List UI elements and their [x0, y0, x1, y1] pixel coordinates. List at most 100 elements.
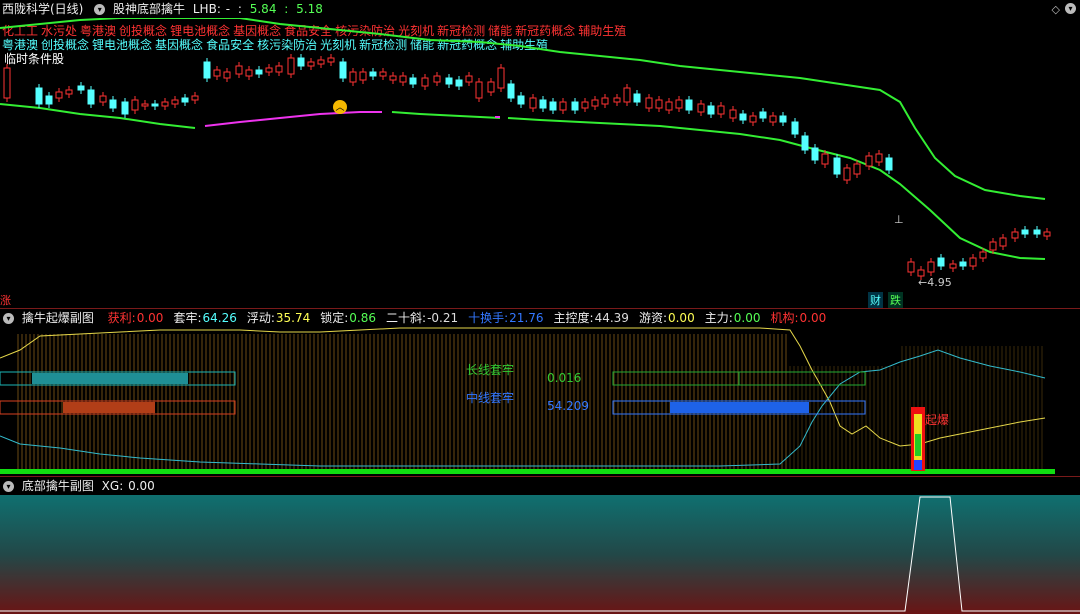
- candle-body: [729, 109, 737, 119]
- right-blue-bar-fill: [670, 402, 809, 413]
- buy-signal-glyph: ︿: [335, 103, 344, 113]
- candle-body: [141, 103, 149, 107]
- candle-body: [475, 81, 483, 99]
- candle-body: [717, 105, 725, 115]
- candle-body: [399, 75, 407, 83]
- candle-body: [1021, 229, 1029, 235]
- candle-body: [885, 157, 893, 171]
- sub1-title[interactable]: 擒牛起爆副图: [22, 311, 94, 325]
- sub1-metrics: 获利:0.00 套牢:64.26 浮动:35.74 锁定:0.86 二十斜:-0.21 十…: [102, 311, 831, 325]
- finance-badge[interactable]: 财: [868, 292, 883, 308]
- candle-body: [853, 163, 861, 175]
- metric-value: 35.74: [275, 311, 311, 325]
- settings-circle-icon[interactable]: ▾: [1065, 3, 1076, 14]
- price-separator: :: [237, 2, 242, 16]
- metric-label: 十换手:: [468, 311, 509, 325]
- candle-body: [327, 57, 335, 63]
- diamond-icon[interactable]: ◇: [1052, 3, 1060, 16]
- main-chart-header: 西陇科学(日线) ▾ 股神底部擒牛 LHB: - : 5.84 : 5.18: [0, 0, 1080, 18]
- metric-item: 游资:0.00: [639, 311, 695, 325]
- candle-body: [613, 97, 621, 103]
- candle-body: [801, 135, 809, 151]
- candle-body: [255, 69, 263, 75]
- candlesticks: [3, 54, 1051, 280]
- candle-body: [623, 87, 631, 103]
- sub2-title[interactable]: 底部擒牛副图: [22, 479, 94, 493]
- candle-body: [497, 67, 505, 89]
- candle-body: [455, 79, 463, 87]
- candle-body: [45, 95, 53, 105]
- candle-body: [843, 167, 851, 181]
- metric-label: 游资:: [638, 311, 667, 325]
- candle-body: [307, 61, 315, 67]
- candle-body: [685, 99, 693, 111]
- chevron-down-icon[interactable]: ▾: [3, 313, 14, 324]
- candle-body: [369, 71, 377, 77]
- candle-body: [181, 97, 189, 103]
- candle-body: [317, 59, 325, 65]
- candle-body: [245, 69, 253, 77]
- metric-label: 机构:: [770, 311, 799, 325]
- metric-item: 主力:0.00: [705, 311, 761, 325]
- candle-body: [591, 99, 599, 107]
- low-price-label: ←4.95: [918, 276, 952, 289]
- candle-body: [191, 95, 199, 101]
- candle-body: [223, 71, 231, 79]
- mid-term-value: 54.209: [547, 399, 589, 413]
- candle-body: [379, 71, 387, 77]
- candle-body: [759, 111, 767, 119]
- candle-body: [433, 75, 441, 83]
- burst-label: 起爆: [925, 413, 949, 427]
- candle-body: [811, 147, 819, 161]
- candle-body: [779, 115, 787, 123]
- main-chart-panel: 西陇科学(日线) ▾ 股神底部擒牛 LHB: - : 5.84 : 5.18 ◇…: [0, 0, 1080, 308]
- lower-band-line: [0, 103, 196, 129]
- candle-body: [559, 101, 567, 111]
- candle-body: [581, 101, 589, 109]
- chevron-down-icon[interactable]: ▾: [94, 4, 106, 15]
- metric-item: 锁定:0.86: [320, 311, 376, 325]
- metric-label: 主控度:: [553, 311, 594, 325]
- candle-body: [959, 261, 967, 267]
- price-a: 5.84: [249, 2, 277, 16]
- candle-body: [633, 93, 641, 103]
- candle-body: [865, 155, 873, 167]
- candle-body: [675, 99, 683, 109]
- metric-value: 44.39: [594, 311, 629, 325]
- candle-body: [549, 101, 557, 111]
- chevron-down-icon[interactable]: ▾: [3, 481, 14, 492]
- metric-label: 主力:: [704, 311, 733, 325]
- candle-body: [707, 105, 715, 115]
- candle-body: [989, 241, 997, 251]
- rise-label: 涨: [0, 294, 11, 307]
- indicator-name[interactable]: 股神底部擒牛: [113, 2, 185, 16]
- stock-name[interactable]: 西陇科学(日线): [2, 2, 83, 16]
- metric-label: 套牢:: [173, 311, 202, 325]
- candle-body: [77, 85, 85, 91]
- candle-body: [697, 103, 705, 113]
- sub1-chart: 长线套牢 0.016 中线套牢 54.209 起爆: [0, 327, 1055, 474]
- burst-marker-green: [915, 434, 921, 456]
- sub1-panel: ▾ 擒牛起爆副图 获利:0.00 套牢:64.26 浮动:35.74 锁定:0.86 二…: [0, 309, 1080, 476]
- candle-body: [99, 95, 107, 103]
- metric-value: 0.86: [349, 311, 377, 325]
- metric-value: 21.76: [509, 311, 544, 325]
- candle-body: [349, 71, 357, 83]
- lower-band-magenta: [204, 111, 382, 127]
- candle-body: [121, 101, 129, 115]
- candle-body: [539, 99, 547, 109]
- metric-item: 十换手:21.76: [468, 311, 543, 325]
- metric-item: 浮动:35.74: [247, 311, 310, 325]
- candle-body: [109, 99, 117, 109]
- metric-value: -0.21: [427, 311, 459, 325]
- candle-body: [517, 95, 525, 105]
- candle-body: [445, 77, 453, 85]
- metric-value: 0.00: [136, 311, 164, 325]
- lower-band-line-2: [391, 111, 501, 119]
- candle-body: [235, 65, 243, 75]
- candle-body: [1033, 229, 1041, 235]
- metric-label: 二十斜:: [386, 311, 427, 325]
- candle-body: [131, 99, 139, 111]
- fall-badge[interactable]: 跌: [888, 292, 903, 308]
- candle-body: [937, 257, 945, 267]
